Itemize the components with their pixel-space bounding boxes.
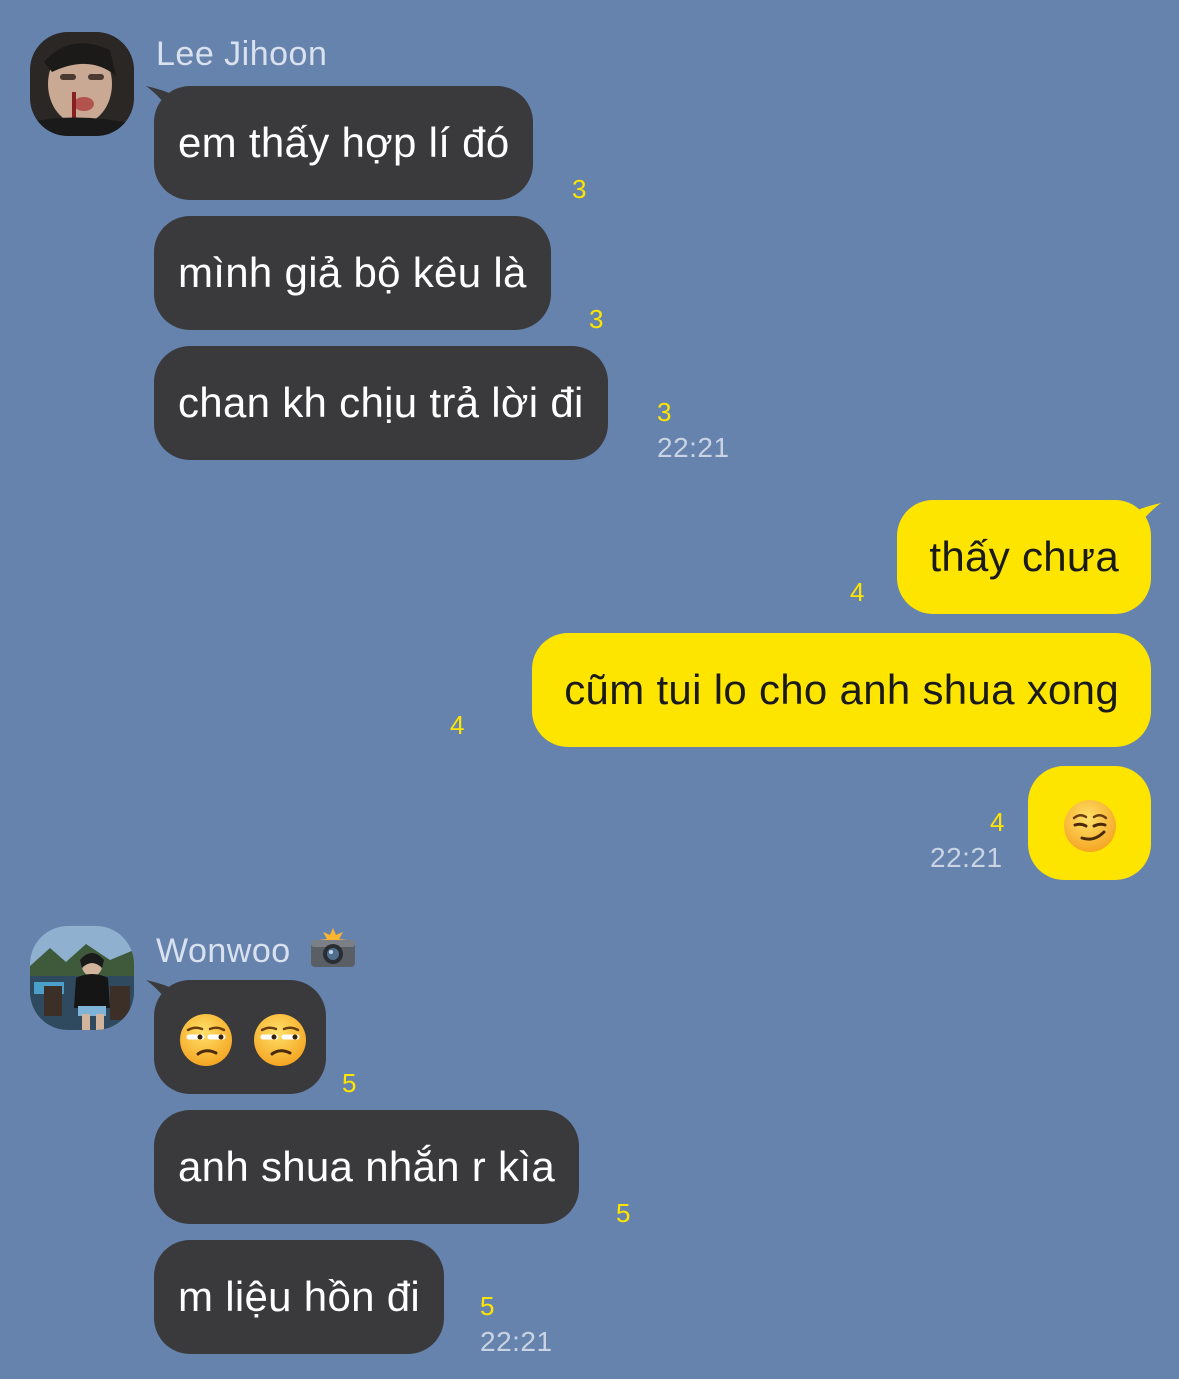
unread-count: 3 [589, 304, 604, 334]
unread-count: 4 [990, 807, 1005, 837]
sender-name: Wonwoo [156, 928, 357, 971]
message-bubble-emoji[interactable] [154, 980, 326, 1094]
message-bubble[interactable]: thấy chưa [897, 500, 1151, 614]
unread-count: 5 [616, 1198, 631, 1228]
message-bubble[interactable]: m liệu hồn đi [154, 1240, 445, 1354]
unread-count: 3 [572, 174, 587, 204]
unamused-face-emoji [253, 1013, 306, 1066]
unread-count: 4 [850, 577, 865, 607]
unread-count: 5 [480, 1291, 495, 1321]
unread-count: 3 [657, 397, 672, 427]
message-bubble[interactable]: em thấy hợp lí đó [154, 86, 534, 200]
unread-count: 5 [342, 1068, 357, 1098]
unread-count: 4 [450, 710, 465, 740]
sender-name-text: Wonwoo [156, 932, 291, 970]
message-bubble[interactable]: cũm tui lo cho anh shua xong [532, 633, 1151, 747]
camera-with-flash-icon [310, 928, 355, 967]
timestamp: 22:21 [480, 1326, 553, 1357]
timestamp: 22:21 [930, 842, 1003, 873]
unamused-face-emoji [180, 1013, 232, 1066]
avatar-lee-jihoon[interactable] [30, 32, 134, 136]
avatar-wonwoo[interactable] [30, 926, 134, 1030]
message-bubble-emoji[interactable] [1028, 766, 1151, 880]
smirking-face-emoji [1063, 799, 1116, 852]
message-bubble[interactable]: chan kh chịu trả lời đi [154, 346, 608, 460]
sender-name: Lee Jihoon [156, 35, 328, 73]
timestamp: 22:21 [657, 432, 730, 463]
message-bubble[interactable]: mình giả bộ kêu là [154, 216, 551, 330]
message-bubble[interactable]: anh shua nhắn r kìa [154, 1110, 579, 1224]
